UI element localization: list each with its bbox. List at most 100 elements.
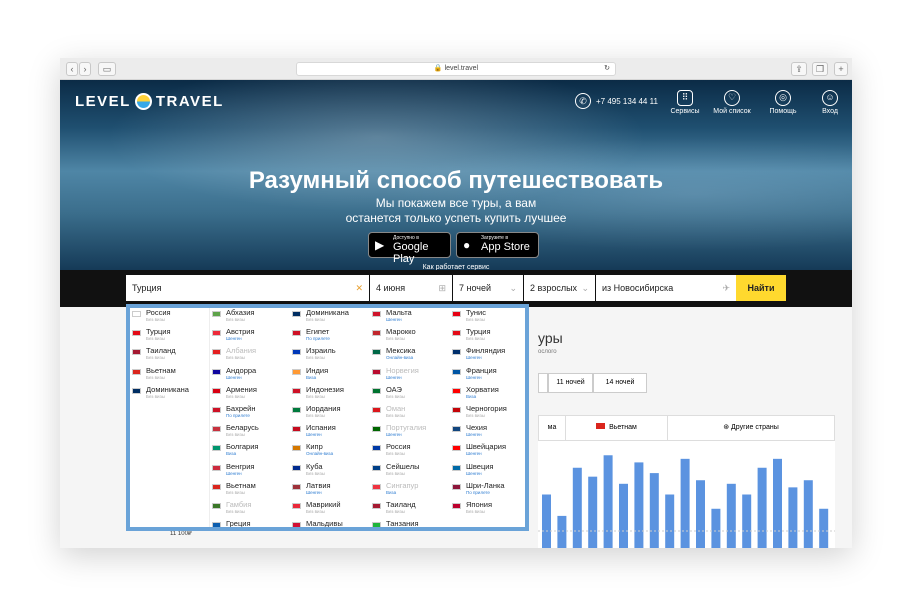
country-option[interactable]: Вьетнам Без визы (130, 366, 209, 385)
chart-bar[interactable] (603, 455, 613, 548)
country-option[interactable]: Мальта Шенген (370, 308, 450, 327)
reload-icon[interactable]: ↻ (604, 63, 610, 75)
country-option[interactable]: Чехия Шенген (450, 423, 525, 442)
nights-tab-11[interactable]: 11 ночей (548, 373, 593, 393)
nav-login[interactable]: ☺ Вход (810, 90, 850, 115)
clear-icon[interactable]: ✕ (355, 275, 363, 301)
country-option[interactable]: Израиль Без визы (290, 346, 370, 365)
country-option[interactable]: Австрия Шенген (210, 327, 290, 346)
chart-bar[interactable] (572, 467, 582, 548)
country-option[interactable]: Армения Без визы (210, 385, 290, 404)
country-option[interactable]: Черногория Без визы (450, 404, 525, 423)
nights-select[interactable]: 7 ночей ⌄ (453, 275, 523, 301)
departure-city-input[interactable]: из Новосибирска ✈ (596, 275, 736, 301)
country-option[interactable]: Абхазия Без визы (210, 308, 290, 327)
address-bar[interactable]: 🔒 level.travel ↻ (296, 62, 616, 76)
country-option[interactable]: Египет По прилете (290, 327, 370, 346)
country-option[interactable]: Франция Шенген (450, 366, 525, 385)
tabs-icon[interactable]: ❐ (812, 62, 828, 76)
country-option[interactable]: Венгрия Шенген (210, 462, 290, 481)
country-option[interactable]: Доминикана Без визы (130, 385, 209, 404)
nav-help[interactable]: ◎ Помощь (763, 90, 803, 115)
country-option[interactable]: Норвегия Шенген (370, 366, 450, 385)
chart-bar[interactable] (711, 508, 721, 548)
country-option[interactable]: Таиланд Без визы (370, 500, 450, 519)
country-option[interactable]: Шри-Ланка По прилете (450, 481, 525, 500)
country-option[interactable]: Андорра Шенген (210, 366, 290, 385)
new-tab-icon[interactable]: + (834, 62, 848, 76)
country-option[interactable]: Иордания Без визы (290, 404, 370, 423)
country-option[interactable]: Индия Виза (290, 366, 370, 385)
chart-bar[interactable] (542, 494, 551, 549)
country-option[interactable]: Беларусь Без визы (210, 423, 290, 442)
country-option[interactable]: Доминикана Без визы (290, 308, 370, 327)
chart-bar[interactable] (588, 476, 598, 548)
country-option[interactable]: Марокко Без визы (370, 327, 450, 346)
chart-bar[interactable] (773, 458, 782, 548)
chart-bar[interactable] (665, 494, 675, 549)
country-option[interactable]: Швеция Шенген (450, 462, 525, 481)
country-option[interactable]: Маврикий Без визы (290, 500, 370, 519)
chart-bar[interactable] (680, 458, 690, 548)
country-tab-other[interactable]: ⊛ Другие страны (667, 416, 834, 440)
app-store-button[interactable]: ● Загрузите в App Store (456, 232, 539, 258)
country-option[interactable]: Япония Без визы (450, 500, 525, 519)
country-option[interactable]: Болгария Виза (210, 442, 290, 461)
destination-input[interactable]: Турция ✕ (126, 275, 369, 301)
country-option[interactable]: ОАЭ Без визы (370, 385, 450, 404)
country-option[interactable]: Россия Без визы (370, 442, 450, 461)
google-play-button[interactable]: ▶ Доступно в Google Play (368, 232, 451, 265)
country-option[interactable]: Португалия Шенген (370, 423, 450, 442)
country-option[interactable]: Мексика Онлайн-виза (370, 346, 450, 365)
sidebar-icon[interactable]: ▭ (98, 62, 116, 76)
country-option[interactable]: Латвия Шенген (290, 481, 370, 500)
chart-bar[interactable] (557, 515, 567, 548)
country-option[interactable]: Турция Без визы (130, 327, 209, 346)
search-button[interactable]: Найти (736, 275, 786, 301)
nights-tab-partial[interactable] (538, 373, 548, 393)
country-option[interactable]: Тунис Без визы (450, 308, 525, 327)
chart-bar[interactable] (696, 480, 705, 548)
chart-bar[interactable] (803, 480, 813, 548)
nav-my-list[interactable]: ♡ Мой список (712, 90, 752, 115)
country-option[interactable]: Швейцария Шенген (450, 442, 525, 461)
chart-bar[interactable] (726, 483, 736, 548)
nav-services[interactable]: ⠿ Сервисы (665, 90, 705, 115)
country-option[interactable]: Танзания Виза (370, 519, 450, 527)
country-tab-partial[interactable]: ма (539, 416, 565, 440)
country-option[interactable]: Турция Без визы (450, 327, 525, 346)
country-option[interactable]: Бахрейн По прилете (210, 404, 290, 423)
country-option[interactable]: Финляндия Шенген (450, 346, 525, 365)
chart-bar[interactable] (634, 462, 644, 548)
chart-bar[interactable] (649, 473, 659, 548)
country-option[interactable]: Греция (210, 519, 290, 527)
country-option[interactable]: Сингапур Виза (370, 481, 450, 500)
chart-bar[interactable] (788, 487, 798, 548)
country-option[interactable]: Россия Без визы (130, 308, 209, 327)
back-button[interactable]: ‹ (66, 62, 78, 76)
country-option[interactable]: Хорватия Виза (450, 385, 525, 404)
date-field[interactable]: 4 июня ⊞ (370, 275, 452, 301)
chart-bar[interactable] (742, 494, 752, 549)
share-icon[interactable]: ⇪ (791, 62, 807, 76)
country-option[interactable]: Албания Без визы (210, 346, 290, 365)
chart-bar[interactable] (619, 483, 628, 548)
chart-bar[interactable] (819, 508, 829, 548)
phone-link[interactable]: ✆ +7 495 134 44 11 (575, 93, 658, 109)
country-option[interactable]: Гамбия Без визы (210, 500, 290, 519)
nights-tab-14[interactable]: 14 ночей (593, 373, 647, 393)
country-option[interactable]: Оман Без визы (370, 404, 450, 423)
country-option[interactable]: Мальдивы (290, 519, 370, 527)
country-option[interactable]: Испания Шенген (290, 423, 370, 442)
guests-select[interactable]: 2 взрослых ⌄ (524, 275, 595, 301)
forward-button[interactable]: › (79, 62, 91, 76)
country-option[interactable]: Сейшелы Без визы (370, 462, 450, 481)
country-tab-vietnam[interactable]: Вьетнам (565, 416, 667, 440)
country-option[interactable]: Таиланд Без визы (130, 346, 209, 365)
country-option[interactable]: Кипр Онлайн-виза (290, 442, 370, 461)
logo[interactable]: LEVEL TRAVEL (75, 93, 224, 110)
country-option[interactable]: Куба Без визы (290, 462, 370, 481)
country-option[interactable]: Индонезия Без визы (290, 385, 370, 404)
country-option[interactable]: Вьетнам Без визы (210, 481, 290, 500)
chart-bar[interactable] (757, 467, 767, 548)
